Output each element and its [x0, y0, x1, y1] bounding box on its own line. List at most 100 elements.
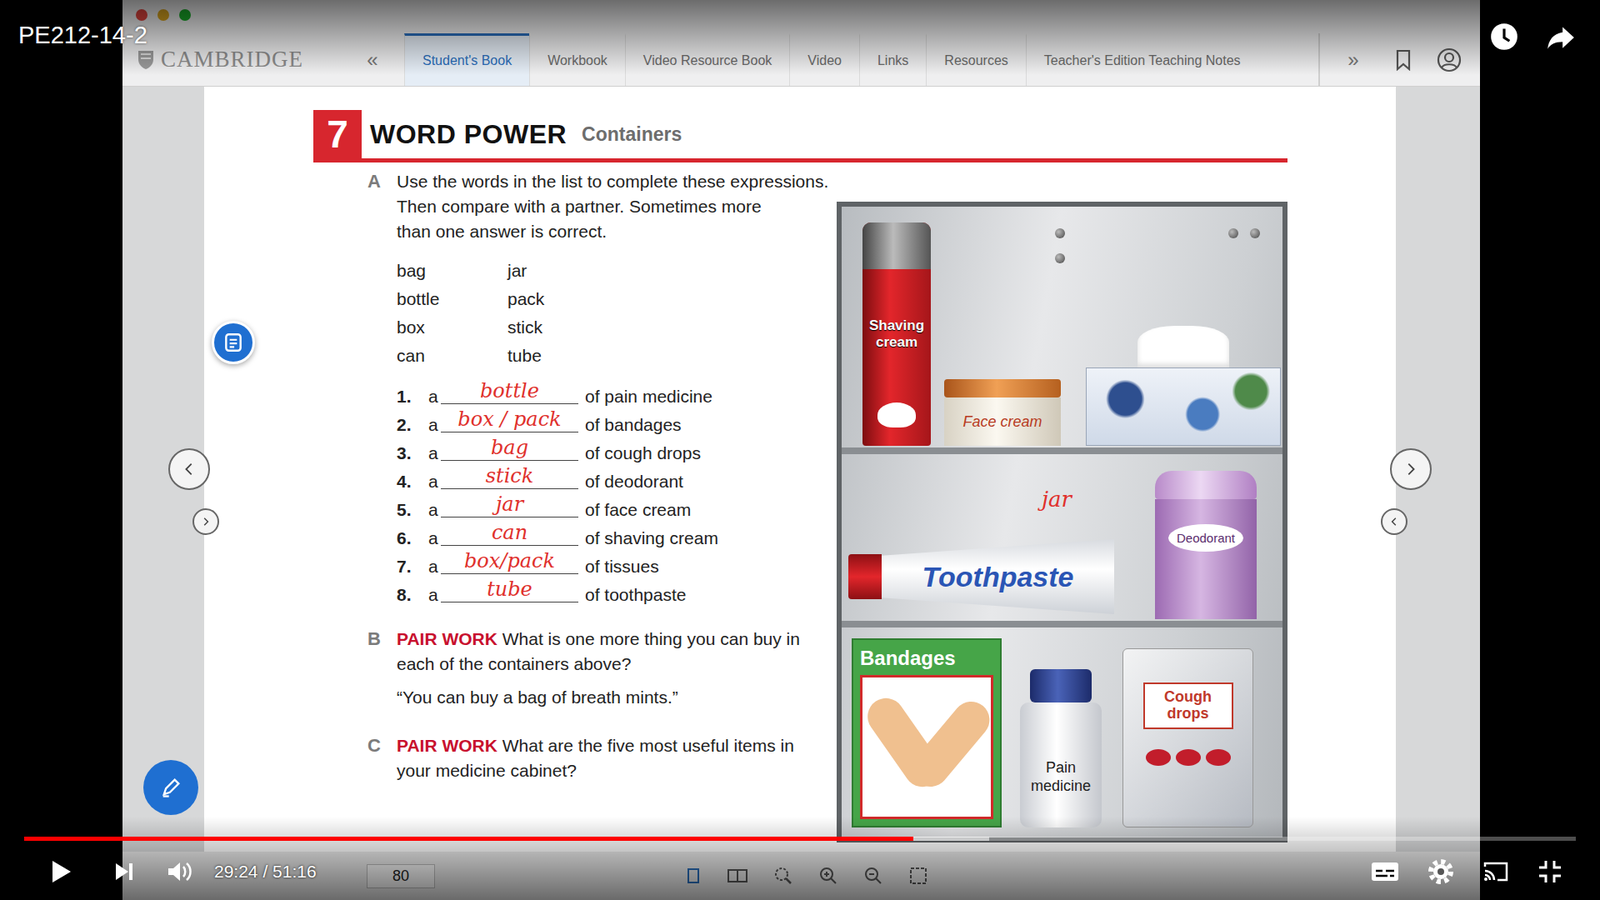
word: pack — [507, 289, 619, 310]
top-controls — [1488, 20, 1577, 53]
exercise-item: 1.abottleof pain medicine — [396, 380, 808, 409]
word: stick — [507, 317, 619, 338]
screw — [1250, 228, 1260, 239]
handwritten-answer: box / pack — [457, 407, 561, 431]
answer-blank[interactable]: tube — [440, 577, 579, 603]
chevron-right-icon — [1403, 461, 1419, 477]
screw — [1228, 228, 1239, 239]
exercise-item: 7.abox/packof tissues — [396, 550, 808, 579]
ebook-app: CAMBRIDGE«Student's BookWorkbookVideo Re… — [122, 0, 1480, 900]
pain-medicine-bottle: Pain medicine — [1020, 669, 1102, 828]
face-cream-jar: Face cream — [944, 379, 1061, 446]
tissue-box — [1086, 325, 1280, 446]
exercise-b: BPAIR WORK What is one more thing you ca… — [367, 626, 808, 710]
exercise-item: 2.abox / packof bandages — [396, 408, 808, 437]
close-dot[interactable] — [135, 9, 148, 21]
top-shade — [0, 0, 1600, 75]
tab[interactable]: Teacher's Edition Teaching Notes — [1025, 33, 1259, 86]
maximize-dot[interactable] — [179, 9, 191, 21]
notes-icon — [222, 331, 245, 354]
chevron-right-icon — [200, 516, 211, 527]
answer-blank[interactable]: jar — [440, 492, 579, 518]
handwritten-answer: box/pack — [464, 549, 555, 573]
instruction-line: AUse the words in the list to complete t… — [367, 169, 1288, 195]
pen-icon — [159, 775, 183, 800]
book-page: 7 WORD POWER Containers AUse the words in t… — [204, 86, 1396, 852]
answer-blank[interactable]: bag — [440, 435, 579, 461]
exercise-c: CPAIR WORK What are the five most useful… — [367, 733, 808, 784]
exercise-item: 5.ajarof face cream — [396, 493, 808, 522]
exit-fullscreen-icon[interactable] — [1536, 858, 1564, 885]
answer-blank[interactable]: stick — [440, 464, 579, 490]
nav-tools: » — [1318, 33, 1480, 86]
instruction-line: Then compare with a partner. Sometimes m… — [367, 194, 808, 220]
exercise-item: 6.acanof shaving cream — [396, 521, 808, 550]
exercise-item: 3.abagof cough drops — [396, 436, 808, 465]
cast-icon[interactable] — [1481, 859, 1510, 885]
window-controls — [135, 9, 191, 21]
share-icon[interactable] — [1545, 20, 1577, 53]
settings-icon[interactable] — [1426, 857, 1455, 886]
handwritten-answer: can — [491, 520, 528, 545]
answer-blank[interactable]: box / pack — [440, 407, 579, 433]
screw — [1055, 228, 1065, 239]
collapse-button[interactable]: « — [355, 33, 390, 86]
tab[interactable]: Links — [859, 33, 926, 86]
chevron-left-icon — [1389, 516, 1400, 527]
handwritten-answer: bag — [490, 435, 529, 460]
video-title[interactable]: PE212-14-2 — [18, 21, 148, 50]
word-list: bagbottleboxcanjarpacksticktube — [367, 256, 808, 370]
next-spread-button[interactable] — [1380, 508, 1408, 535]
tab[interactable]: Video Resource Book — [625, 33, 790, 86]
tab[interactable]: Video — [789, 33, 860, 86]
word: bottle — [396, 289, 508, 310]
screw — [1055, 253, 1065, 264]
next-icon[interactable] — [111, 859, 137, 885]
time-display: 29:24 / 51:16 — [214, 861, 317, 882]
player-controls: 29:24 / 51:16 — [0, 816, 1600, 900]
tab-bar: Student's BookWorkbookVideo Resource Boo… — [404, 33, 1259, 86]
play-icon[interactable] — [45, 856, 75, 887]
app-nav: CAMBRIDGE«Student's BookWorkbookVideo Re… — [122, 0, 1480, 87]
cambridge-logo[interactable]: CAMBRIDGE — [137, 33, 356, 86]
minimize-dot[interactable] — [157, 9, 170, 21]
exercise-item: 4.astickof deodorant — [396, 465, 808, 494]
answer-blank[interactable]: bottle — [440, 379, 579, 405]
section-header: 7 WORD POWER Containers — [313, 110, 1288, 163]
answer-blank[interactable]: can — [440, 520, 579, 546]
previous-page-button[interactable] — [168, 448, 210, 490]
user-icon[interactable] — [1436, 47, 1462, 73]
notes-button[interactable] — [211, 320, 255, 365]
handwritten-answer: stick — [485, 464, 535, 488]
word: can — [396, 345, 508, 366]
exercise-area: AUse the words in the list to complete t… — [367, 169, 1396, 843]
handwritten-answer: bottle — [480, 379, 540, 403]
handwritten-answer: tube — [486, 577, 533, 601]
section-number: 7 — [313, 110, 362, 159]
section-subtitle: Containers — [581, 123, 682, 146]
tab[interactable]: Resources — [925, 33, 1025, 86]
watch-later-icon[interactable] — [1488, 20, 1520, 53]
annotate-button[interactable] — [143, 760, 199, 815]
tab[interactable]: Workbook — [529, 33, 625, 86]
next-page-button[interactable] — [1390, 448, 1432, 490]
tab[interactable]: Student's Book — [404, 33, 530, 86]
cough-drops-bag: Cough drops — [1122, 648, 1254, 828]
section-title: WORD POWER — [370, 119, 567, 150]
volume-icon[interactable] — [165, 858, 193, 885]
progress-bar[interactable] — [24, 836, 1576, 841]
shield-icon — [137, 50, 155, 70]
exercise-column: Then compare with a partner. Sometimes m… — [367, 194, 808, 843]
expand-button[interactable]: » — [1336, 33, 1370, 86]
bookmark-icon[interactable] — [1395, 49, 1412, 71]
bandages-box: Bandages — [851, 638, 1002, 828]
word: jar — [507, 260, 619, 281]
medicine-cabinet: Shaving creamFace creamToothpasteDeodora… — [836, 201, 1288, 843]
shaving-cream-can: Shaving cream — [862, 222, 931, 446]
previous-spread-button[interactable] — [192, 508, 220, 535]
video-player: CAMBRIDGE«Student's BookWorkbookVideo Re… — [0, 0, 1600, 900]
answer-blank[interactable]: box/pack — [440, 549, 579, 575]
exercise-item: 8.atubeof toothpaste — [396, 578, 808, 607]
subtitles-icon[interactable] — [1370, 860, 1400, 884]
shelf: Shaving creamFace cream — [841, 206, 1283, 455]
